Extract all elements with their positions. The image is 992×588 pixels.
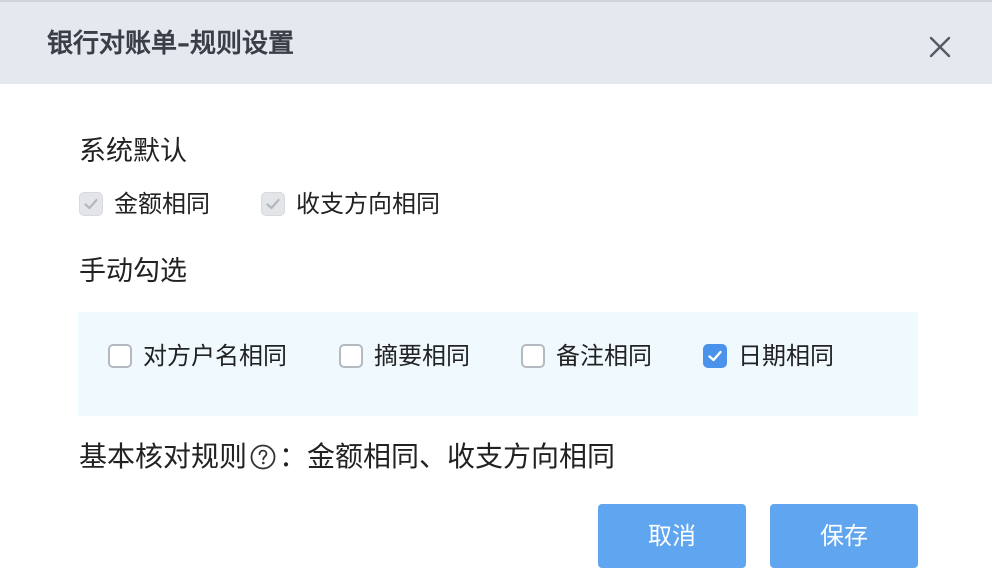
checkbox-box (261, 192, 285, 216)
checkmark-icon (708, 350, 722, 362)
basic-rule-label: 基本核对规则 (79, 440, 248, 473)
checkbox-summary-same[interactable]: 摘要相同 (339, 341, 470, 371)
checkmark-icon (266, 198, 280, 210)
close-icon (929, 36, 951, 58)
save-button[interactable]: 保存 (770, 504, 918, 568)
checkbox-label: 金额相同 (114, 190, 210, 218)
basic-rule-separator: ： (279, 440, 308, 473)
checkbox-amount-same[interactable]: 金额相同 (79, 189, 210, 219)
checkbox-label: 日期相同 (738, 342, 834, 370)
checkbox-box (703, 344, 727, 368)
checkbox-counterparty-name-same[interactable]: 对方户名相同 (108, 341, 287, 371)
checkbox-box (108, 344, 132, 368)
checkmark-icon (84, 198, 98, 210)
basic-rule-line: 基本核对规则 ： 金额相同、收支方向相同 (79, 438, 615, 476)
help-icon[interactable] (249, 443, 277, 471)
checkbox-remark-same[interactable]: 备注相同 (521, 341, 652, 371)
checkbox-label: 对方户名相同 (143, 342, 287, 370)
checkbox-box (79, 192, 103, 216)
checkbox-label: 备注相同 (556, 342, 652, 370)
checkbox-box (521, 344, 545, 368)
dialog-title: 银行对账单–规则设置 (47, 29, 295, 59)
checkbox-label: 摘要相同 (374, 342, 470, 370)
rules-settings-dialog: 银行对账单–规则设置 系统默认 金额相同 收支方向相同 手动勾选 对方户名相同 … (0, 0, 992, 588)
cancel-button[interactable]: 取消 (598, 504, 746, 568)
basic-rule-value: 金额相同、收支方向相同 (307, 440, 616, 473)
close-button[interactable] (922, 29, 958, 65)
manual-select-heading: 手动勾选 (79, 256, 187, 287)
checkbox-direction-same[interactable]: 收支方向相同 (261, 189, 440, 219)
system-default-heading: 系统默认 (79, 136, 187, 167)
dialog-header: 银行对账单–规则设置 (0, 0, 992, 84)
checkbox-date-same[interactable]: 日期相同 (703, 341, 834, 371)
checkbox-box (339, 344, 363, 368)
checkbox-label: 收支方向相同 (296, 190, 440, 218)
